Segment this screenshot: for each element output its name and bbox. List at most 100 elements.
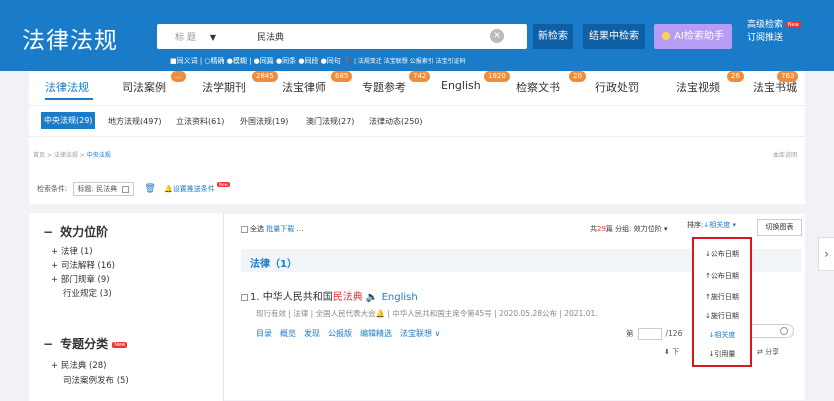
tab-journals[interactable]: 法学期刊: [202, 79, 246, 95]
section-title: 效力位阶: [60, 225, 109, 239]
advanced-search-link[interactable]: 高级检索 New 订阅推送: [747, 19, 801, 45]
filter-sidebar: − 效力位阶 + 法律 (1) + 司法解释 (16) + 部门规章 (9) 行业…: [29, 213, 224, 401]
action-toc[interactable]: 目录: [256, 329, 272, 338]
match-options[interactable]: ■同义词 | ○精确 ●模糊 | ●同篇 ●同条 ●同段 ●同句 ❓: [170, 57, 352, 65]
share-link[interactable]: ⇄ 分享: [757, 347, 779, 357]
library-info-link[interactable]: 本库说明: [773, 150, 797, 159]
subtab-legislative[interactable]: 立法资料(61): [176, 116, 224, 127]
sort-option[interactable]: ↑施行日期: [694, 292, 750, 302]
download-link[interactable]: ⬇ 下: [664, 347, 679, 357]
in-doc-search-input[interactable]: [746, 324, 794, 338]
ai-assistant-button[interactable]: AI检索助手: [654, 24, 732, 49]
result-checkbox[interactable]: [241, 293, 248, 301]
subtab-macao[interactable]: 澳门法规(27): [306, 116, 354, 127]
filter-department-rules[interactable]: + 部门规章 (9): [51, 273, 110, 285]
sort-option[interactable]: ↓公布日期: [694, 249, 750, 259]
action-overview[interactable]: 概览: [280, 329, 296, 338]
breadcrumb-path[interactable]: 首页 > 法律法规 >: [33, 152, 87, 159]
result-title-text[interactable]: 1. 中华人民共和国: [250, 292, 333, 303]
filter-judicial-interpretation[interactable]: + 司法解释 (16): [51, 259, 115, 271]
section-topics[interactable]: − 专题分类 New: [43, 335, 128, 352]
new-badge: New: [785, 22, 801, 28]
extra-links[interactable]: | 法规变迁 法宝联想 公报索引 法宝引证码: [354, 58, 466, 65]
count-badge: ...: [171, 71, 186, 82]
checkbox-icon[interactable]: [122, 185, 130, 193]
result-title-highlight[interactable]: 民法典: [333, 292, 363, 303]
filter-industry-rules[interactable]: 行业规定 (3): [63, 287, 112, 299]
set-alert-link[interactable]: 🔔设置推送条件: [164, 185, 215, 193]
clear-icon[interactable]: ✕: [490, 29, 504, 43]
tab-laws[interactable]: 法律法规: [45, 79, 89, 95]
condition-label: 检索条件:: [37, 185, 68, 193]
tab-english[interactable]: English: [441, 79, 481, 92]
toggle-chart-button[interactable]: 切换图表: [757, 219, 802, 236]
sort-option[interactable]: ↓施行日期: [694, 311, 750, 321]
chevron-right-icon[interactable]: ›: [818, 237, 834, 271]
site-logo[interactable]: 法律法规: [22, 21, 118, 55]
breadcrumb-current[interactable]: 中央法规: [87, 152, 111, 159]
tab-lawyers[interactable]: 法宝律师: [282, 79, 326, 95]
speaker-icon[interactable]: 🔈: [366, 292, 378, 303]
new-badge: New: [112, 341, 128, 348]
filter-law[interactable]: + 法律 (1): [51, 245, 93, 257]
page-indicator: 第/126: [626, 328, 682, 340]
subscribe-label[interactable]: 订阅推送: [747, 33, 783, 43]
search-conditions: 检索条件: 标题: 民法典 🗑 🔔设置推送条件 New: [37, 182, 230, 196]
count-prefix: 共: [590, 225, 597, 233]
action-editor-picks[interactable]: 编辑精选: [360, 329, 392, 338]
condition-chip-label: 标题: 民法典: [77, 185, 118, 193]
section-effectiveness[interactable]: − 效力位阶: [43, 223, 108, 240]
tab-videos[interactable]: 法宝视频: [676, 79, 720, 95]
action-associations[interactable]: 法宝联想 ∨: [400, 329, 440, 338]
count-badge: 763: [777, 71, 799, 82]
count-badge: 20: [569, 71, 586, 82]
sort-option[interactable]: ↓引用量: [694, 349, 750, 359]
subtab-local[interactable]: 地方法规(497): [108, 116, 162, 127]
search-options[interactable]: ■同义词 | ○精确 ●模糊 | ●同篇 ●同条 ●同段 ●同句 ❓ | 法规变…: [170, 56, 466, 66]
bell-icon: 🔔: [164, 185, 173, 193]
content-area: 首页 > 法律法规 > 中央法规 本库说明 检索条件: 标题: 民法典 🗑 🔔设…: [29, 136, 805, 401]
group-select[interactable]: 篇 分组: 效力位阶 ▾: [606, 225, 668, 233]
collapse-icon[interactable]: −: [43, 225, 53, 239]
select-all-checkbox[interactable]: [241, 225, 248, 233]
new-search-button[interactable]: 新检索: [533, 24, 573, 49]
result-item-title[interactable]: 1. 中华人民共和国民法典 🔈 English: [241, 288, 418, 303]
action-discover[interactable]: 发现: [304, 329, 320, 338]
condition-chip[interactable]: 标题: 民法典: [72, 182, 135, 196]
select-all-label[interactable]: 全选: [250, 225, 264, 233]
page-input[interactable]: [637, 328, 662, 340]
count-badge: 1920: [484, 71, 510, 82]
sort-option-selected[interactable]: ↓相关度: [694, 330, 750, 340]
result-meta: 现行有效 | 法律 | 全国人民代表大会🔔 | 中华人民共和国主席令第45号 |…: [256, 309, 598, 318]
search-icon[interactable]: [780, 327, 788, 335]
search-field-select[interactable]: 标 题 ▼: [175, 30, 216, 43]
tab-penalties[interactable]: 行政处罚: [595, 79, 639, 95]
action-gazette[interactable]: 公报版: [328, 329, 352, 338]
collapse-icon[interactable]: −: [43, 337, 53, 351]
subtab-central[interactable]: 中央法规(29): [41, 112, 96, 129]
english-version-link[interactable]: English: [382, 292, 418, 303]
results-toolbar: 全选 批量下载 …: [241, 224, 303, 234]
tab-topics[interactable]: 专题参考: [362, 79, 406, 95]
ai-assistant-label: AI检索助手: [674, 31, 724, 42]
search-field-label: 标 题: [175, 33, 196, 43]
batch-download-link[interactable]: 批量下载: [266, 225, 294, 233]
sort-select[interactable]: 排序:↓相关度 ▾: [687, 220, 736, 230]
tab-procuratorate[interactable]: 检察文书: [516, 79, 560, 95]
subtab-foreign[interactable]: 外国法规(19): [240, 116, 288, 127]
subtab-news[interactable]: 法律动态(250): [369, 116, 423, 127]
header-bar: 法律法规 标 题 ▼ 民法典 ✕ 新检索 结果中检索 AI检索助手 高级检索 Ne…: [0, 0, 834, 71]
sort-value[interactable]: ↓相关度 ▾: [703, 221, 736, 229]
sort-option[interactable]: ↑公布日期: [694, 271, 750, 281]
trash-icon[interactable]: 🗑: [144, 184, 155, 194]
tab-cases[interactable]: 司法案例: [122, 79, 166, 95]
more-icon[interactable]: …: [296, 225, 303, 233]
filter-case-release[interactable]: 司法案例发布 (5): [63, 374, 129, 386]
filter-civil-code[interactable]: + 民法典 (28): [51, 359, 106, 371]
count-badge: 2845: [252, 71, 278, 82]
search-in-results-button[interactable]: 结果中检索: [583, 24, 645, 49]
advanced-search-label: 高级检索: [747, 20, 784, 30]
main-nav: 法律法规 司法案例 法学期刊 法宝律师 专题参考 English 检察文书 行政…: [29, 71, 805, 105]
search-input[interactable]: 民法典: [257, 30, 284, 43]
search-box[interactable]: 标 题 ▼ 民法典 ✕: [157, 24, 527, 49]
